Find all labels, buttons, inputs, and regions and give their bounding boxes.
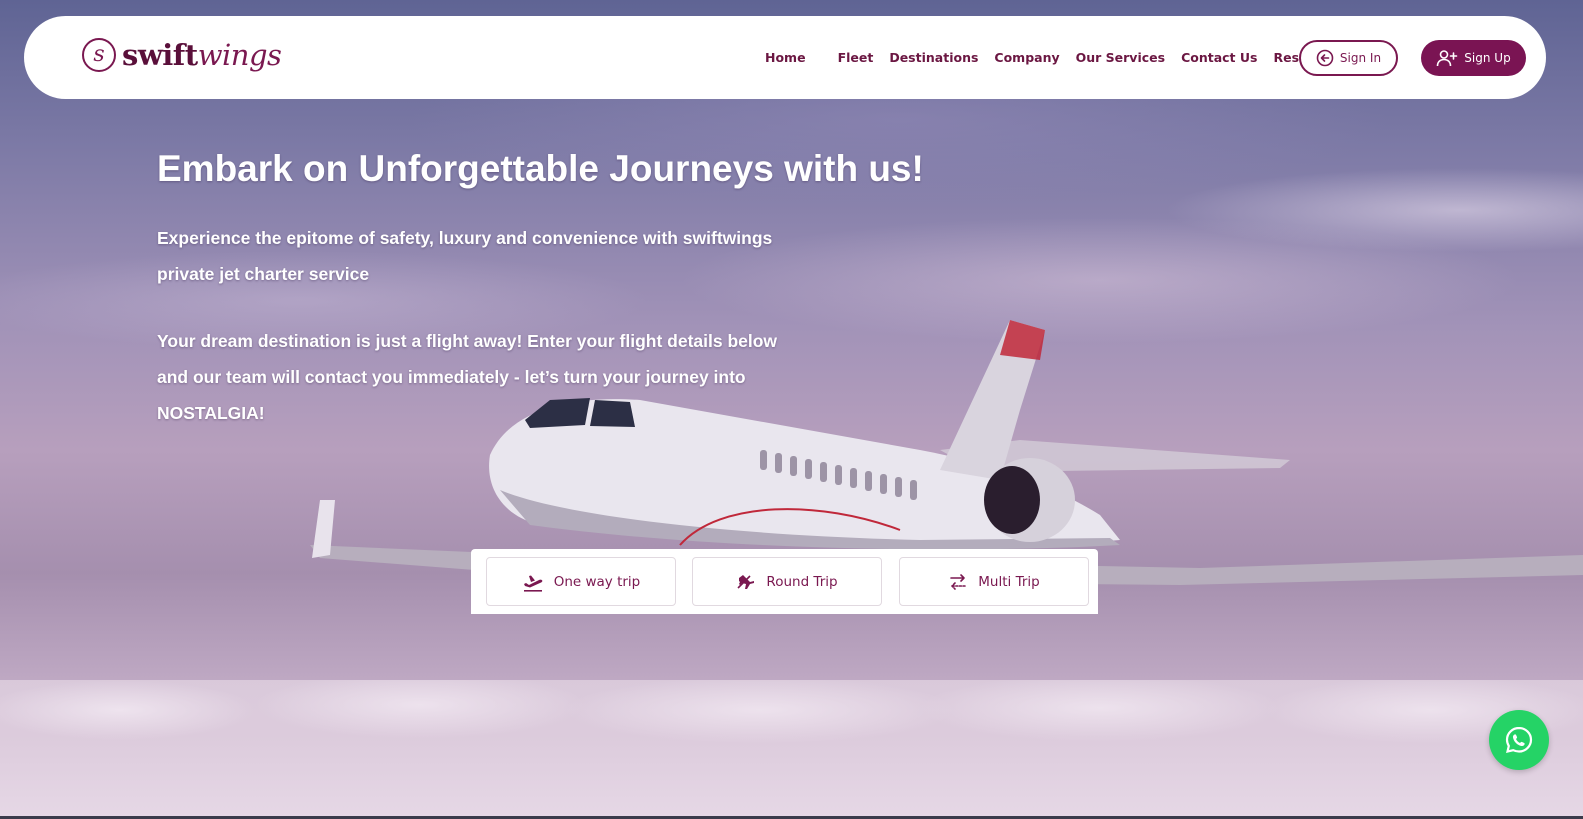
- swiftwings-logo[interactable]: s swiftwings: [82, 38, 282, 72]
- logo-word-swift: swift: [122, 38, 198, 72]
- nav-fleet[interactable]: Fleet: [838, 50, 874, 65]
- main-nav: Home Fleet Destinations Company Our Serv…: [765, 50, 1362, 65]
- sign-in-label: Sign In: [1339, 51, 1382, 65]
- sign-up-label: Sign Up: [1464, 51, 1511, 65]
- hero-paragraph-1: Experience the epitome of safety, luxury…: [157, 228, 773, 284]
- tab-one-way-label: One way trip: [553, 573, 641, 590]
- site-header: s swiftwings Home Fleet Destinations Com…: [24, 16, 1546, 99]
- multi-arrows-icon: [950, 573, 967, 590]
- logo-wordmark: swiftwings: [122, 38, 282, 72]
- sign-in-button[interactable]: Sign In: [1299, 40, 1398, 76]
- whatsapp-icon: [1505, 726, 1533, 753]
- sign-up-button[interactable]: Sign Up: [1421, 40, 1526, 76]
- tab-round-trip-label: Round Trip: [766, 573, 838, 590]
- plane-roundtrip-icon: [737, 574, 755, 589]
- logo-mark-icon: s: [82, 38, 116, 72]
- nav-company[interactable]: Company: [994, 50, 1059, 65]
- hero-paragraph-2: Your dream destination is just a flight …: [157, 331, 778, 423]
- hero-title: Embark on Unforgettable Journeys with us…: [157, 148, 924, 189]
- trip-type-panel: One way trip Round Trip Multi Trip: [471, 549, 1098, 614]
- logo-word-wings: wings: [197, 38, 282, 72]
- nav-home[interactable]: Home: [765, 50, 806, 65]
- tab-round-trip[interactable]: Round Trip: [692, 557, 882, 606]
- arrow-left-circle-icon: [1316, 49, 1334, 67]
- user-plus-icon: [1436, 50, 1458, 67]
- nav-contact-us[interactable]: Contact Us: [1181, 50, 1257, 65]
- whatsapp-button[interactable]: [1489, 710, 1549, 770]
- cloud-layer: [0, 680, 1583, 819]
- nav-our-services[interactable]: Our Services: [1076, 50, 1165, 65]
- plane-takeoff-icon: [523, 575, 543, 592]
- tab-multi-trip[interactable]: Multi Trip: [899, 557, 1089, 606]
- tab-multi-trip-label: Multi Trip: [978, 573, 1040, 590]
- tab-one-way-trip[interactable]: One way trip: [486, 557, 676, 606]
- nav-destinations[interactable]: Destinations: [889, 50, 978, 65]
